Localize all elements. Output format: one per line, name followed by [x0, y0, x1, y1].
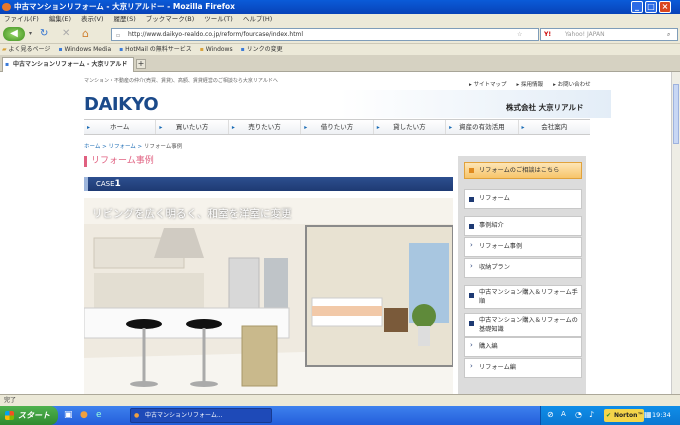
clock: 19:34: [652, 411, 671, 419]
stop-icon[interactable]: ✕: [62, 28, 70, 39]
sidebar-item-purchase[interactable]: 購入編: [464, 337, 582, 357]
maximize-button[interactable]: □: [645, 1, 657, 13]
reload-icon[interactable]: ↻: [40, 28, 48, 39]
start-button[interactable]: スタート: [0, 406, 58, 425]
gnav-buy[interactable]: 買いたい方: [156, 120, 229, 135]
url-field[interactable]: ▫ http://www.daikyo-realdo.co.jp/reform/…: [111, 28, 539, 41]
site-tagline: マンション・不動産の仲介(売買、賃貸)、高額、賃貸経営のご相談なら大京リアルドへ: [84, 78, 278, 84]
minimize-button[interactable]: _: [631, 1, 643, 13]
window-title: 中古マンションリフォーム - 大京リアルドー - Mozilla Firefox: [14, 2, 235, 11]
windows-icon: ▪: [199, 46, 204, 53]
show-desktop-icon[interactable]: ▣: [64, 410, 73, 420]
status-text: 完了: [4, 397, 17, 404]
breadcrumb-current: リフォーム事例: [143, 144, 183, 150]
search-icon[interactable]: ⌕: [667, 29, 670, 40]
web-page: マンション・不動産の仲介(売買、賃貸)、高額、賃貸経営のご相談なら大京リアルドへ…: [0, 72, 671, 394]
gnav-lease[interactable]: 貸したい方: [374, 120, 447, 135]
breadcrumb-home[interactable]: ホーム: [84, 144, 100, 150]
bookmark-links[interactable]: ▪ リンクの変更: [241, 44, 283, 55]
global-navigation: ホーム 買いたい方 売りたい方 借りたい方 貸したい方 資産の有効活用 会社案内: [84, 119, 590, 135]
link-contact[interactable]: ▸ お問い合わせ: [553, 80, 591, 88]
status-bar: 完了: [0, 394, 680, 406]
sidebar-item-basics[interactable]: 中古マンション購入＆リフォームの基礎知識: [464, 313, 582, 337]
gnav-assets[interactable]: 資産の有効活用: [446, 120, 519, 135]
home-icon[interactable]: ⌂: [82, 27, 89, 40]
photo-caption: リビングを広く明るく、和室を洋室に変更: [92, 208, 292, 220]
sidebar-item-cases[interactable]: 事例紹介: [464, 216, 582, 236]
link-recruit[interactable]: ▸ 採用情報: [517, 80, 544, 88]
windows-taskbar: スタート ▣ ● e ● 中古マンションリフォーム... ⊘ A ◔ ♪ ✔ N…: [0, 406, 680, 425]
menu-view[interactable]: 表示(V): [81, 14, 104, 25]
consult-button[interactable]: リフォームのご相談はこちら: [464, 162, 582, 179]
sidebar-item-reform-cases[interactable]: リフォーム事例: [464, 237, 582, 257]
room-photo: リビングを広く明るく、和室を洋室に変更: [84, 198, 453, 394]
page-title: リフォーム事例: [84, 156, 154, 167]
page-icon: ▪: [119, 46, 124, 53]
firefox-icon: [2, 3, 11, 11]
menu-bar: ファイル(F) 編集(E) 表示(V) 履歴(S) ブックマーク(B) ツール(…: [0, 14, 680, 25]
checkmark-icon: ✔: [606, 412, 612, 419]
tab-current[interactable]: ▪ 中古マンションリフォーム - 大京リアルドー: [2, 57, 134, 81]
menu-tools[interactable]: ツール(T): [204, 14, 233, 25]
menu-help[interactable]: ヘルプ(H): [243, 14, 272, 25]
norton-tray-button[interactable]: ✔ Norton™: [604, 409, 644, 422]
ime-icon[interactable]: A: [561, 410, 566, 418]
history-dropdown-icon[interactable]: ▾: [29, 30, 32, 37]
new-tab-button[interactable]: +: [136, 59, 146, 69]
firefox-quicklaunch-icon[interactable]: ●: [80, 410, 88, 420]
breadcrumb: ホーム > リフォーム > リフォーム事例: [84, 144, 183, 150]
network-icon[interactable]: ▦: [644, 410, 652, 419]
breadcrumb-reform[interactable]: リフォーム: [108, 144, 135, 150]
url-text: http://www.daikyo-realdo.co.jp/reform/fo…: [128, 31, 304, 38]
page-icon: ▪: [5, 61, 10, 68]
page-icon: ▪: [240, 46, 245, 53]
sidebar-item-procedure[interactable]: 中古マンション購入＆リフォーム手順: [464, 285, 582, 309]
bookmarks-toolbar: ▰ よく見るページ ▪ Windows Media ▪ HotMail の無料サ…: [0, 43, 680, 55]
menu-file[interactable]: ファイル(F): [4, 14, 39, 25]
yahoo-engine-icon[interactable]: Y!: [544, 29, 551, 40]
room-illustration: [84, 198, 453, 394]
bookmark-windows-media[interactable]: ▪ Windows Media: [58, 44, 111, 55]
menu-edit[interactable]: 編集(E): [49, 14, 71, 25]
scrollbar-thumb[interactable]: [673, 84, 679, 144]
sidebar-item-reform[interactable]: リフォーム: [464, 189, 582, 209]
gnav-home[interactable]: ホーム: [84, 120, 157, 135]
gnav-company[interactable]: 会社案内: [519, 120, 590, 135]
tray-icon[interactable]: ⊘: [547, 410, 554, 419]
folder-icon: ▰: [2, 46, 7, 53]
bookmark-star-icon[interactable]: ☆: [517, 29, 522, 40]
gnav-rent[interactable]: 借りたい方: [301, 120, 374, 135]
taskbar-window-firefox[interactable]: ● 中古マンションリフォーム...: [130, 408, 272, 423]
volume-icon[interactable]: ♪: [589, 410, 594, 419]
search-placeholder: Yahoo! JAPAN: [565, 31, 605, 38]
bookmark-hotmail[interactable]: ▪ HotMail の無料サービス: [119, 44, 192, 55]
page-icon: ▪: [58, 46, 63, 53]
menu-bookmarks[interactable]: ブックマーク(B): [146, 14, 195, 25]
site-logo[interactable]: DAIKYO: [84, 94, 159, 115]
case-header: CASE1: [84, 177, 453, 191]
vertical-scrollbar[interactable]: [671, 72, 680, 394]
sidebar-item-storage-plan[interactable]: 収納プラン: [464, 258, 582, 278]
close-button[interactable]: ×: [659, 1, 671, 13]
firefox-icon: ●: [134, 412, 140, 419]
tray-icon[interactable]: ◔: [575, 410, 582, 419]
window-titlebar: 中古マンションリフォーム - 大京リアルドー - Mozilla Firefox…: [0, 0, 680, 14]
back-button[interactable]: ◀: [3, 27, 25, 41]
link-sitemap[interactable]: ▸ サイトマップ: [469, 80, 507, 88]
bookmark-windows[interactable]: ▪ Windows: [200, 44, 233, 55]
utility-links: ▸ サイトマップ ▸ 採用情報 ▸ お問い合わせ: [469, 80, 591, 88]
menu-history[interactable]: 履歴(S): [114, 14, 136, 25]
ie-quicklaunch-icon[interactable]: e: [96, 410, 102, 420]
page-icon: ▫: [116, 32, 121, 39]
company-name: 株式会社 大京リアルド: [506, 103, 584, 112]
tab-bar: ▪ 中古マンションリフォーム - 大京リアルドー +: [0, 55, 680, 81]
gnav-sell[interactable]: 売りたい方: [229, 120, 302, 135]
navigation-toolbar: ◀ ▾ ↻ ✕ ⌂ ▫ http://www.daikyo-realdo.co.…: [0, 25, 680, 43]
search-field[interactable]: Y! Yahoo! JAPAN ⌕: [540, 28, 678, 41]
sidebar-item-reform-guide[interactable]: リフォーム編: [464, 358, 582, 378]
bookmark-frequent[interactable]: ▰ よく見るページ: [2, 44, 50, 55]
